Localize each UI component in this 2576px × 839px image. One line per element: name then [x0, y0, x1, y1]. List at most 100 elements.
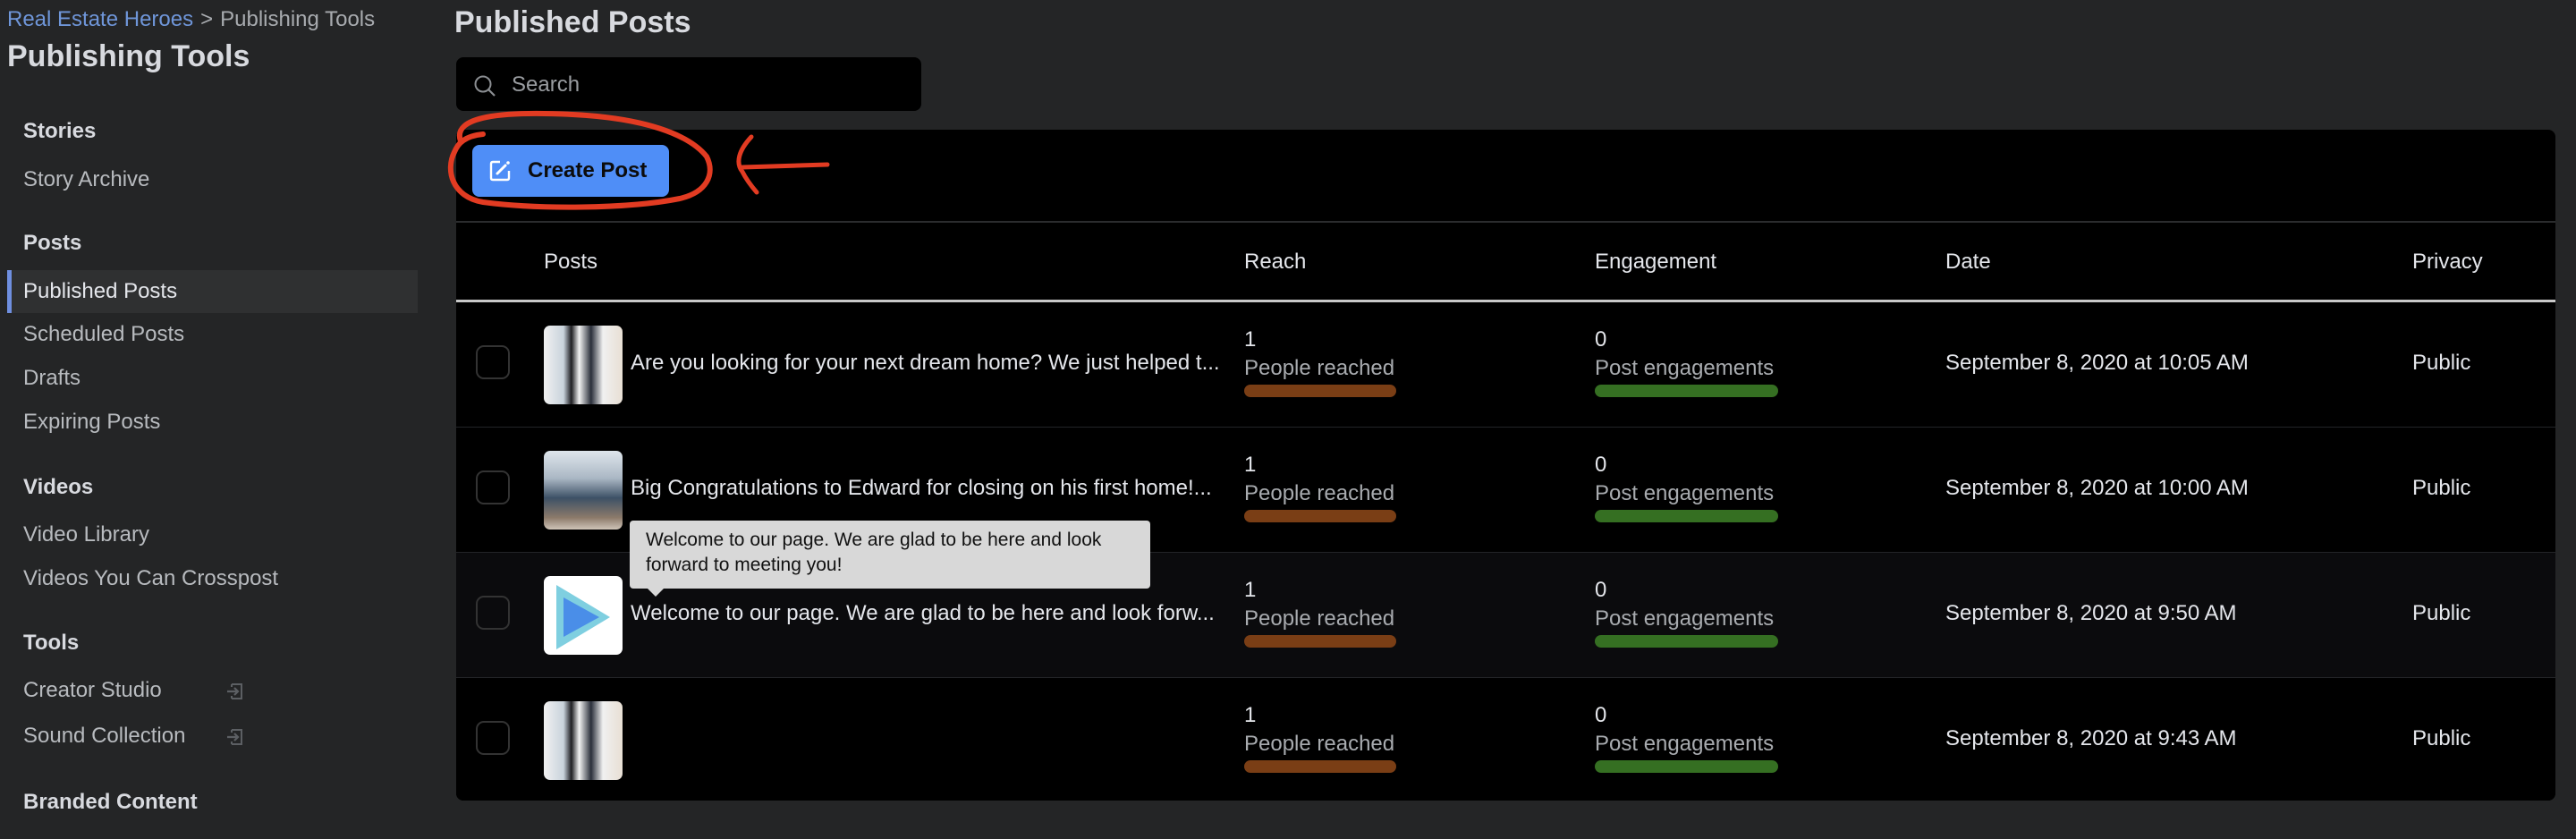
sidebar-item-label: Sound Collection — [23, 724, 186, 748]
column-header-privacy[interactable]: Privacy — [2412, 250, 2483, 275]
external-link-icon — [227, 683, 242, 699]
sidebar-item-published-posts[interactable]: Published Posts — [7, 270, 418, 313]
post-text[interactable]: Are you looking for your next dream home… — [631, 351, 1230, 376]
external-link-icon — [227, 729, 242, 745]
reach-label: People reached — [1244, 356, 1395, 380]
post-text[interactable]: Welcome to our page. We are glad to be h… — [631, 601, 1230, 626]
reach-bar — [1244, 760, 1396, 773]
search-box[interactable] — [456, 57, 921, 113]
section-tools: Tools — [23, 631, 80, 655]
sidebar-item-sound-collection[interactable]: Sound Collection — [7, 715, 418, 758]
create-post-label: Create Post — [528, 158, 648, 182]
post-privacy[interactable]: Public — [2412, 476, 2470, 501]
engagement-value: 0 — [1595, 327, 1607, 352]
section-branded-content[interactable]: Branded Content — [23, 790, 198, 815]
search-icon — [474, 75, 496, 97]
post-privacy[interactable]: Public — [2412, 601, 2470, 626]
engagement-metric: 0 Post engagements — [1595, 453, 1778, 522]
sidebar-item-label: Videos You Can Crosspost — [23, 566, 279, 590]
reach-metric: 1 People reached — [1244, 703, 1396, 773]
sidebar-item-label: Scheduled Posts — [23, 322, 185, 346]
engagement-value: 0 — [1595, 578, 1607, 602]
row-checkbox[interactable] — [476, 721, 510, 755]
reach-label: People reached — [1244, 732, 1395, 756]
sidebar-item-story-archive[interactable]: Story Archive — [7, 158, 418, 201]
sidebar-item-label: Published Posts — [23, 279, 178, 303]
engagement-bar — [1595, 760, 1778, 773]
engagement-bar — [1595, 635, 1778, 648]
engagement-label: Post engagements — [1595, 356, 1775, 380]
engagement-label: Post engagements — [1595, 481, 1775, 505]
sidebar-title: Publishing Tools — [7, 39, 250, 73]
engagement-label: Post engagements — [1595, 732, 1775, 756]
row-checkbox[interactable] — [476, 596, 510, 630]
column-header-posts[interactable]: Posts — [544, 250, 597, 275]
reach-label: People reached — [1244, 606, 1395, 631]
engagement-value: 0 — [1595, 703, 1607, 727]
post-thumbnail[interactable] — [544, 701, 623, 780]
breadcrumb-parent-link[interactable]: Real Estate Heroes — [7, 7, 193, 31]
reach-metric: 1 People reached — [1244, 327, 1396, 397]
section-stories: Stories — [23, 119, 97, 143]
column-header-reach[interactable]: Reach — [1244, 250, 1306, 275]
reach-value: 1 — [1244, 578, 1257, 602]
reach-metric: 1 People reached — [1244, 453, 1396, 522]
column-header-engagement[interactable]: Engagement — [1595, 250, 1716, 275]
sidebar-item-label: Expiring Posts — [23, 410, 161, 434]
post-date: September 8, 2020 at 10:05 AM — [1945, 351, 2249, 375]
sidebar-item-video-library[interactable]: Video Library — [7, 513, 418, 556]
sidebar-item-expiring-posts[interactable]: Expiring Posts — [7, 401, 418, 444]
engagement-metric: 0 Post engagements — [1595, 703, 1778, 773]
table-row[interactable]: 1 People reached 0 Post engagements Septembe… — [456, 678, 2555, 801]
sidebar-item-videos-crosspost[interactable]: Videos You Can Crosspost — [7, 557, 418, 600]
reach-value: 1 — [1244, 327, 1257, 352]
column-header-date[interactable]: Date — [1945, 250, 1991, 275]
engagement-metric: 0 Post engagements — [1595, 578, 1778, 648]
reach-value: 1 — [1244, 703, 1257, 727]
post-text-tooltip: Welcome to our page. We are glad to be h… — [630, 521, 1150, 597]
post-thumbnail[interactable] — [544, 326, 623, 404]
post-thumbnail[interactable] — [544, 451, 623, 530]
compose-icon — [489, 160, 511, 182]
breadcrumb: Real Estate Heroes > Publishing Tools — [7, 7, 375, 32]
post-date: September 8, 2020 at 9:43 AM — [1945, 726, 2237, 750]
row-checkbox[interactable] — [476, 470, 510, 504]
video-thumbnail[interactable] — [544, 576, 623, 655]
reach-bar — [1244, 510, 1396, 522]
post-text[interactable]: Big Congratulations to Edward for closin… — [631, 476, 1230, 501]
engagement-label: Post engagements — [1595, 606, 1775, 631]
sidebar-item-label: Drafts — [23, 366, 81, 390]
sidebar-item-drafts[interactable]: Drafts — [7, 357, 418, 400]
page-title: Published Posts — [454, 5, 691, 39]
breadcrumb-separator: > — [200, 7, 214, 31]
sidebar-item-scheduled-posts[interactable]: Scheduled Posts — [7, 313, 418, 356]
section-videos: Videos — [23, 475, 94, 499]
sidebar: Real Estate Heroes > Publishing Tools Publ… — [0, 0, 420, 839]
table-row[interactable]: Are you looking for your next dream home… — [456, 302, 2555, 429]
posts-panel: Create Post Posts Reach Engagement Date … — [456, 130, 2555, 801]
post-privacy[interactable]: Public — [2412, 351, 2470, 376]
table-header: Posts Reach Engagement Date Privacy — [456, 223, 2555, 302]
section-posts: Posts — [23, 231, 82, 255]
play-icon — [556, 585, 610, 649]
search-input[interactable] — [510, 57, 907, 113]
reach-bar — [1244, 635, 1396, 648]
post-date: September 8, 2020 at 10:00 AM — [1945, 476, 2249, 500]
post-date: September 8, 2020 at 9:50 AM — [1945, 601, 2237, 625]
engagement-value: 0 — [1595, 453, 1607, 477]
engagement-bar — [1595, 385, 1778, 397]
sidebar-item-label: Creator Studio — [23, 678, 162, 702]
reach-label: People reached — [1244, 481, 1395, 505]
reach-value: 1 — [1244, 453, 1257, 477]
row-checkbox[interactable] — [476, 345, 510, 379]
create-post-button[interactable]: Create Post — [472, 145, 669, 197]
engagement-bar — [1595, 510, 1778, 522]
posts-toolbar: Create Post — [456, 130, 2555, 223]
reach-metric: 1 People reached — [1244, 578, 1396, 648]
engagement-metric: 0 Post engagements — [1595, 327, 1778, 397]
sidebar-item-label: Video Library — [23, 522, 149, 547]
breadcrumb-current: Publishing Tools — [220, 7, 376, 31]
post-privacy[interactable]: Public — [2412, 726, 2470, 751]
sidebar-item-creator-studio[interactable]: Creator Studio — [7, 669, 418, 712]
sidebar-item-label: Story Archive — [23, 167, 150, 191]
